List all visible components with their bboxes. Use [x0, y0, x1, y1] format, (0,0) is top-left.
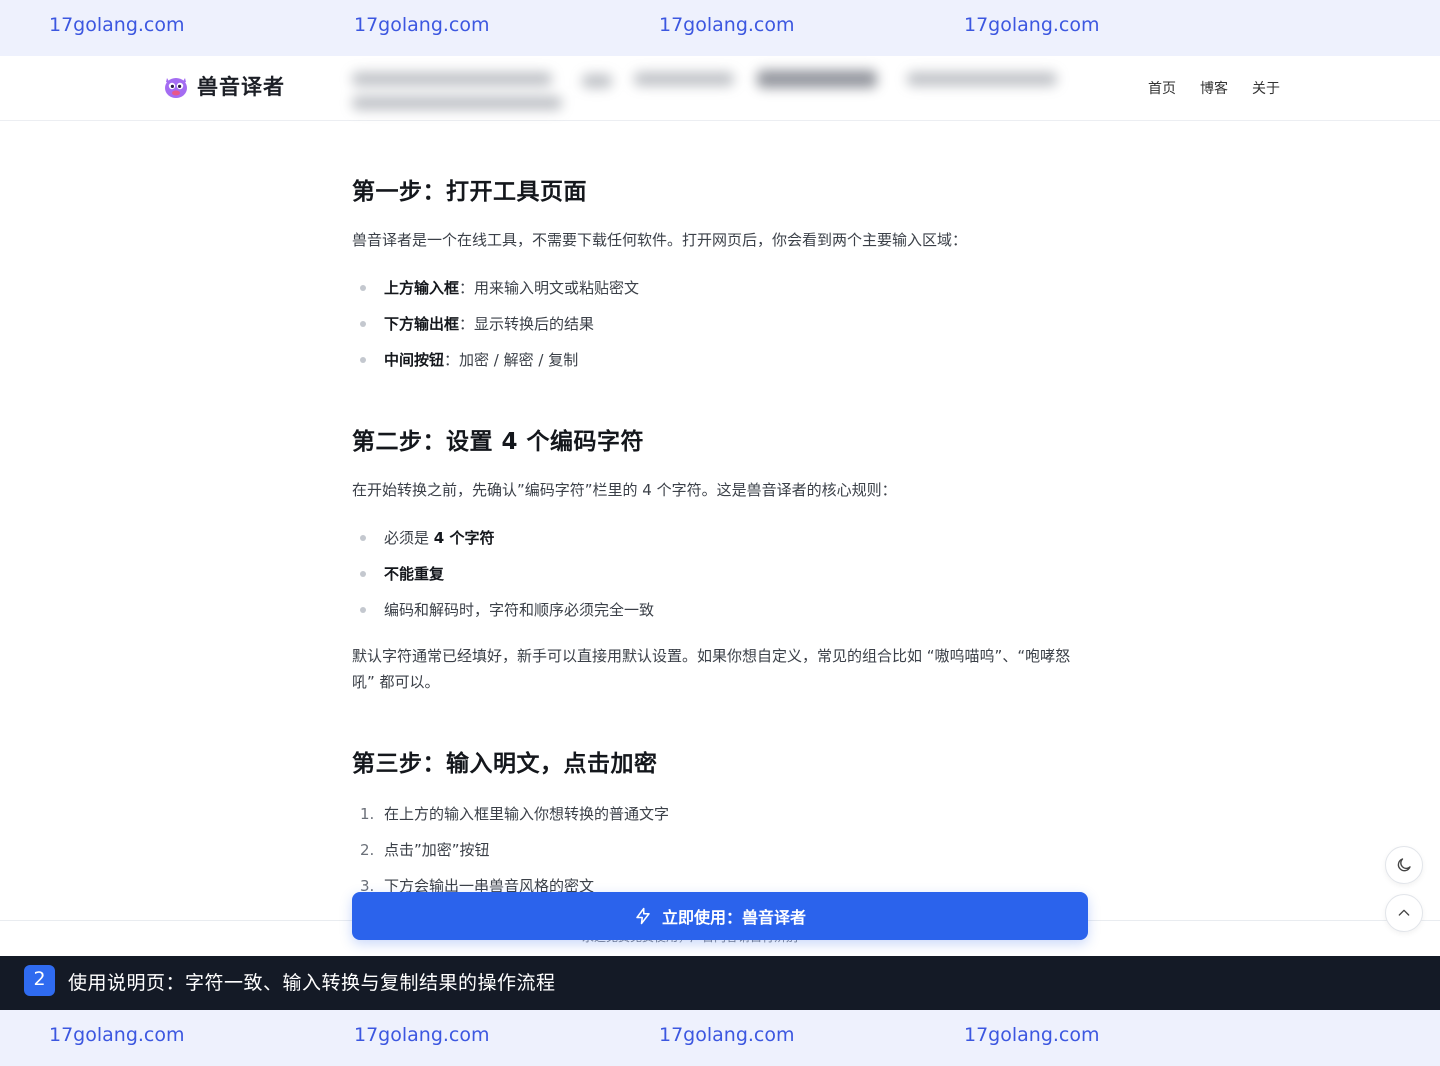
- list-item: 下方输出框：显示转换后的结果: [360, 313, 594, 334]
- blurred-scrolled-content: [352, 66, 1092, 118]
- bullet-dot: [360, 534, 366, 541]
- nav-links: 首页 博客 关于: [1148, 78, 1280, 98]
- step1-intro: 兽音译者是一个在线工具，不需要下载任何软件。打开网页后，你会看到两个主要输入区域…: [352, 231, 968, 249]
- list-item: 编码和解码时，字符和顺序必须完全一致: [360, 599, 654, 620]
- list-item-text: 编码和解码时，字符和顺序必须完全一致: [384, 601, 655, 619]
- moon-icon: [1397, 858, 1411, 872]
- step2-heading: 第二步：设置 4 个编码字符: [352, 429, 645, 455]
- list-item-text: ：加密 / 解密 / 复制: [444, 351, 579, 369]
- bullet-dot: [360, 570, 366, 577]
- watermark-text: 17golang.com: [354, 14, 490, 36]
- list-item-bold: 中间按钮: [384, 351, 445, 369]
- list-item-text: ：显示转换后的结果: [459, 315, 595, 333]
- use-now-button-label: 立即使用：兽音译者: [661, 908, 806, 927]
- list-item-text: 在上方的输入框里输入你想转换的普通文字: [384, 805, 670, 823]
- ordered-list-item: 2. 点击”加密”按钮: [360, 839, 490, 860]
- bullet-dot: [360, 320, 366, 327]
- ordered-list-item: 1. 在上方的输入框里输入你想转换的普通文字: [360, 803, 669, 824]
- caption-text: 使用说明页：字符一致、输入转换与复制结果的操作流程: [68, 972, 556, 994]
- site-logo-text: 兽音译者: [197, 75, 285, 99]
- list-item: 中间按钮：加密 / 解密 / 复制: [360, 349, 578, 370]
- nav-link-about[interactable]: 关于: [1252, 78, 1280, 98]
- list-item-text: 必须是: [384, 529, 434, 547]
- list-item: 必须是 4 个字符: [360, 527, 494, 548]
- bullet-dot: [360, 284, 366, 291]
- watermark-text: 17golang.com: [49, 1024, 185, 1046]
- step2-intro: 在开始转换之前，先确认”编码字符”栏里的 4 个字符。这是兽音译者的核心规则：: [352, 481, 897, 499]
- list-item-text: ：用来输入明文或粘贴密文: [459, 279, 640, 297]
- watermark-text: 17golang.com: [659, 14, 795, 36]
- step1-heading: 第一步：打开工具页面: [352, 179, 587, 205]
- list-item-bold: 上方输入框: [384, 279, 460, 297]
- lightning-icon: [636, 907, 650, 925]
- list-number: 1.: [360, 804, 375, 823]
- watermark-bar-bottom: 17golang.com 17golang.com 17golang.com 1…: [0, 1010, 1440, 1066]
- bullet-dot: [360, 606, 366, 613]
- watermark-bar-top: 17golang.com 17golang.com 17golang.com 1…: [0, 0, 1440, 56]
- watermark-text: 17golang.com: [49, 14, 185, 36]
- watermark-text: 17golang.com: [964, 14, 1100, 36]
- step3-heading: 第三步：输入明文，点击加密: [352, 751, 658, 777]
- dark-mode-toggle[interactable]: [1385, 846, 1423, 884]
- list-item-bold: 下方输出框: [384, 315, 460, 333]
- watermark-text: 17golang.com: [659, 1024, 795, 1046]
- caption-bar: 2 使用说明页：字符一致、输入转换与复制结果的操作流程: [0, 956, 1440, 1010]
- list-number: 2.: [360, 840, 375, 859]
- list-item-bold: 4 个字符: [433, 529, 495, 547]
- list-item-text: 点击”加密”按钮: [384, 841, 490, 859]
- list-item: 上方输入框：用来输入明文或粘贴密文: [360, 277, 639, 298]
- watermark-text: 17golang.com: [354, 1024, 490, 1046]
- bullet-dot: [360, 356, 366, 363]
- caption-number-badge: 2: [24, 965, 55, 996]
- chevron-up-icon: [1398, 909, 1410, 916]
- list-item: 不能重复: [360, 563, 444, 584]
- site-logo[interactable]: 兽音译者: [162, 71, 285, 101]
- list-item-bold: 不能重复: [384, 565, 445, 583]
- back-to-top-button[interactable]: [1385, 894, 1423, 932]
- nav-link-home[interactable]: 首页: [1148, 78, 1176, 98]
- watermark-text: 17golang.com: [964, 1024, 1100, 1046]
- nav-link-blog[interactable]: 博客: [1200, 78, 1228, 98]
- use-now-button[interactable]: 立即使用：兽音译者: [352, 892, 1088, 940]
- step2-note: 默认字符通常已经填好，新手可以直接用默认设置。如果你想自定义，常见的组合比如 “…: [352, 647, 1071, 691]
- monster-logo-icon: [165, 78, 187, 98]
